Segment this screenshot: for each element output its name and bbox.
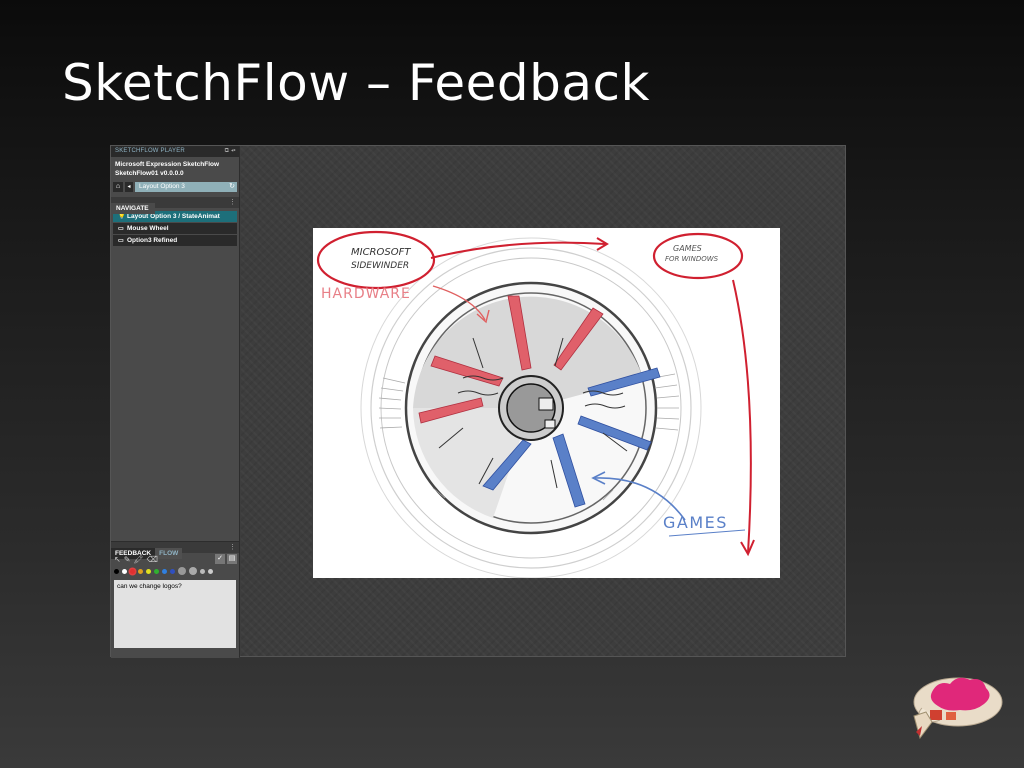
refresh-icon[interactable]: ↻ <box>229 182 235 192</box>
nav-item-option3-refined[interactable]: ▭ Option3 Refined <box>113 235 237 246</box>
color-swatch[interactable] <box>208 568 213 574</box>
color-swatch[interactable] <box>138 568 143 574</box>
player-sidebar: SKETCHFLOW PLAYER ⧉ ◂▸ Microsoft Express… <box>111 146 240 658</box>
sketch-label-microsoft: MICROSOFT <box>351 247 411 258</box>
color-swatch[interactable] <box>189 567 197 575</box>
tab-navigate[interactable]: NAVIGATE <box>111 203 155 214</box>
color-swatch[interactable] <box>146 568 151 574</box>
home-icon[interactable]: ⌂ <box>113 182 123 192</box>
layout-bar: ⌂ ◂ Layout Option 3 ↻ <box>113 182 237 192</box>
window-controls-icon[interactable]: ⧉ ◂▸ <box>225 146 236 157</box>
sketchflow-player: SKETCHFLOW PLAYER ⧉ ◂▸ Microsoft Express… <box>110 145 846 658</box>
player-header: SKETCHFLOW PLAYER ⧉ ◂▸ <box>111 146 239 157</box>
color-swatch[interactable] <box>114 568 119 574</box>
sketch-label-sidewinder: SIDEWINDER <box>351 261 409 271</box>
navigate-tab-row: NAVIGATE ⋮ <box>111 197 239 214</box>
sketch-label-games-windows-2: FOR WINDOWS <box>665 255 719 263</box>
ink-visibility-icon[interactable]: ✓ <box>215 554 225 564</box>
highlighter-tool-icon[interactable]: 🖍 <box>133 555 143 564</box>
sketch-label-hardware: HARDWARE <box>321 286 411 302</box>
color-swatch[interactable] <box>154 568 159 574</box>
feedback-panel: FEEDBACK FLOW ⋮ ↖ ✎ 🖍 ⌫ ✓ ▤ can we change… <box>111 541 239 658</box>
color-swatch[interactable] <box>162 568 167 574</box>
app-info: Microsoft Expression SketchFlow SketchFl… <box>111 157 239 180</box>
sketch-label-games: GAMES <box>663 513 728 532</box>
ink-toolbar: ↖ ✎ 🖍 ⌫ ✓ ▤ <box>111 553 239 565</box>
color-swatch[interactable] <box>122 568 127 574</box>
screen-icon: ▭ <box>118 238 124 244</box>
sketch-drawing: MICROSOFT SIDEWINDER HARDWARE GAMES FOR … <box>316 230 755 578</box>
navigate-list: 💡 Layout Option 3 / StateAnimat ▭ Mouse Wh… <box>111 211 239 246</box>
current-layout-field[interactable]: Layout Option 3 ↻ <box>135 182 237 192</box>
color-swatch[interactable] <box>130 568 135 574</box>
color-swatch[interactable] <box>170 568 175 574</box>
screen-icon: ▭ <box>118 226 124 232</box>
panel-menu-icon[interactable]: ⋮ <box>229 197 236 208</box>
pen-tool-icon[interactable]: ✎ <box>124 555 131 564</box>
nav-item-mouse-wheel[interactable]: ▭ Mouse Wheel <box>113 223 237 234</box>
sketch-canvas: MICROSOFT SIDEWINDER HARDWARE GAMES FOR … <box>313 228 780 578</box>
nav-item-label: Layout Option 3 / StateAnimat <box>127 213 220 220</box>
nav-item-label: Option3 Refined <box>127 237 178 244</box>
color-swatches <box>111 565 239 577</box>
app-name: Microsoft Expression SketchFlow <box>115 161 220 168</box>
back-icon[interactable]: ◂ <box>125 182 133 192</box>
eraser-tool-icon[interactable]: ⌫ <box>147 555 158 564</box>
feedback-text-input[interactable]: can we change logos? <box>114 580 236 648</box>
folder-icon[interactable]: ▤ <box>227 554 237 564</box>
current-layout-label: Layout Option 3 <box>139 183 185 190</box>
feedback-tabs: FEEDBACK FLOW ⋮ <box>111 542 239 559</box>
sketch-label-games-windows-1: GAMES <box>673 244 702 253</box>
project-version: SketchFlow01 v0.0.0.0 <box>115 170 184 177</box>
slide-title: SketchFlow – Feedback <box>62 54 650 112</box>
color-swatch[interactable] <box>200 568 205 574</box>
panel-menu-icon[interactable]: ⋮ <box>229 542 236 553</box>
nav-item-label: Mouse Wheel <box>127 225 169 232</box>
pointer-tool-icon[interactable]: ↖ <box>114 555 121 564</box>
brain-icon <box>913 677 1003 740</box>
brain-logo <box>902 672 1006 744</box>
player-header-title: SKETCHFLOW PLAYER <box>115 148 185 154</box>
color-swatch[interactable] <box>178 567 186 575</box>
